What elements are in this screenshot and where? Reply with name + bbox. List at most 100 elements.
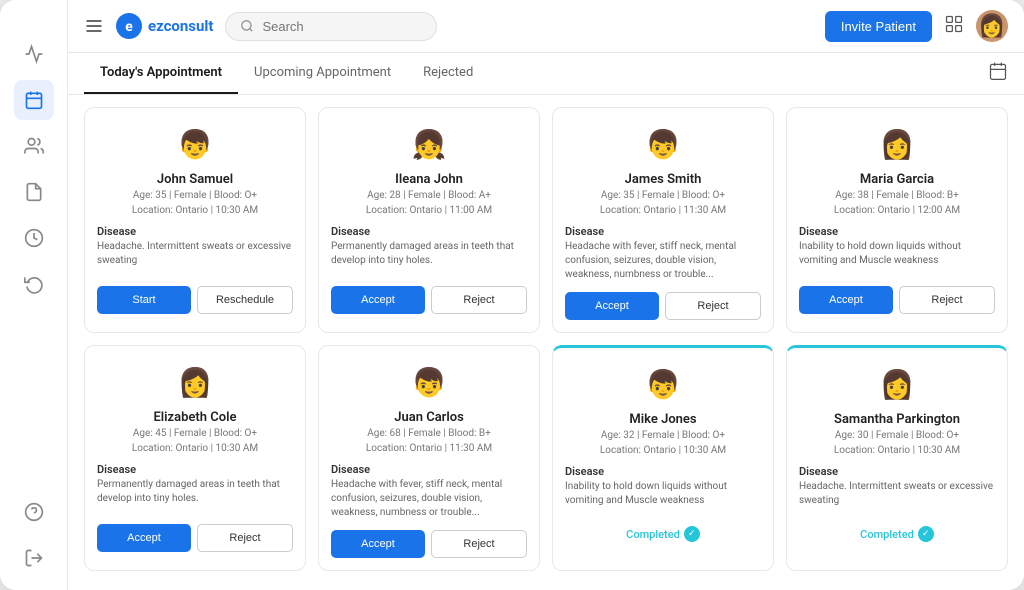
info-age-elizabeth: Age: 45 | Female | Blood: O+ [133, 427, 257, 441]
buttons-james: Accept Reject [565, 292, 761, 320]
accept-button-elizabeth[interactable]: Accept [97, 524, 191, 552]
completed-badge-samantha: Completed ✓ [860, 526, 934, 542]
app-window: e ezconsult Invite Patient 👩 Today's App… [0, 0, 1024, 590]
start-button-john[interactable]: Start [97, 286, 191, 314]
buttons-juan: Accept Reject [331, 530, 527, 558]
info-age-john-samuel: Age: 35 | Female | Blood: O+ [133, 189, 257, 203]
avatar-samantha-parkington: 👩 [875, 362, 919, 406]
disease-label-juan: Disease [331, 463, 370, 476]
sidebar [0, 0, 68, 590]
tab-upcoming[interactable]: Upcoming Appointment [238, 53, 407, 94]
info-location-james: Location: Ontario | 11:30 AM [600, 204, 726, 218]
info-location-mike: Location: Ontario | 10:30 AM [600, 444, 726, 458]
disease-desc-john: Headache. Intermittent sweats or excessi… [97, 240, 293, 276]
invite-patient-button[interactable]: Invite Patient [825, 11, 932, 42]
name-maria-garcia: Maria Garcia [860, 172, 934, 187]
name-james-smith: James Smith [625, 172, 702, 187]
disease-desc-james: Headache with fever, stiff neck, mental … [565, 240, 761, 282]
tab-today[interactable]: Today's Appointment [84, 53, 238, 94]
reject-button-maria[interactable]: Reject [899, 286, 995, 314]
completed-label-samantha: Completed [860, 528, 914, 541]
name-ileana-john: Ileana John [395, 172, 463, 187]
name-john-samuel: John Samuel [157, 172, 233, 187]
header-right: Invite Patient 👩 [825, 10, 1008, 42]
sidebar-item-calendar[interactable] [14, 80, 54, 120]
tab-rejected[interactable]: Rejected [407, 53, 489, 94]
header: e ezconsult Invite Patient 👩 [68, 0, 1024, 53]
disease-label-john: Disease [97, 225, 136, 238]
apps-grid-icon[interactable] [944, 14, 964, 39]
info-location-john-samuel: Location: Ontario | 10:30 AM [132, 204, 258, 218]
disease-label-samantha: Disease [799, 465, 838, 478]
buttons-elizabeth: Accept Reject [97, 524, 293, 552]
disease-desc-elizabeth: Permanently damaged areas in teeth that … [97, 478, 293, 514]
search-input[interactable] [262, 19, 422, 34]
disease-desc-samantha: Headache. Intermittent sweats or excessi… [799, 480, 995, 516]
accept-button-james[interactable]: Accept [565, 292, 659, 320]
user-avatar[interactable]: 👩 [976, 10, 1008, 42]
card-mike-jones: 👦 Mike Jones Age: 32 | Female | Blood: O… [552, 345, 774, 571]
tabs-bar: Today's Appointment Upcoming Appointment… [68, 53, 1024, 95]
info-location-ileana: Location: Ontario | 11:00 AM [366, 204, 492, 218]
sidebar-item-document[interactable] [14, 172, 54, 212]
card-james-smith: 👦 James Smith Age: 35 | Female | Blood: … [552, 107, 774, 333]
reschedule-button-john[interactable]: Reschedule [197, 286, 293, 314]
completed-badge-mike: Completed ✓ [626, 526, 700, 542]
completed-label-mike: Completed [626, 528, 680, 541]
card-john-samuel: 👦 John Samuel Age: 35 | Female | Blood: … [84, 107, 306, 333]
sidebar-item-help[interactable] [14, 492, 54, 532]
accept-button-ileana[interactable]: Accept [331, 286, 425, 314]
buttons-maria: Accept Reject [799, 286, 995, 314]
completed-check-icon-mike: ✓ [684, 526, 700, 542]
info-age-james: Age: 35 | Female | Blood: O+ [601, 189, 725, 203]
info-location-elizabeth: Location: Ontario | 10:30 AM [132, 442, 258, 456]
sidebar-logo [0, 12, 67, 28]
accept-button-juan[interactable]: Accept [331, 530, 425, 558]
app-logo: e ezconsult [116, 13, 213, 39]
sidebar-item-people[interactable] [14, 126, 54, 166]
disease-desc-juan: Headache with fever, stiff neck, mental … [331, 478, 527, 520]
sidebar-item-clock[interactable] [14, 218, 54, 258]
avatar-ileana-john: 👧 [407, 122, 451, 166]
disease-label-mike: Disease [565, 465, 604, 478]
info-location-juan: Location: Ontario | 11:30 AM [366, 442, 492, 456]
disease-label-maria: Disease [799, 225, 838, 238]
reject-button-elizabeth[interactable]: Reject [197, 524, 293, 552]
buttons-ileana: Accept Reject [331, 286, 527, 314]
name-mike-jones: Mike Jones [629, 412, 696, 427]
card-samantha-parkington: 👩 Samantha Parkington Age: 30 | Female |… [786, 345, 1008, 571]
info-age-maria: Age: 38 | Female | Blood: B+ [835, 189, 959, 203]
buttons-john: Start Reschedule [97, 286, 293, 314]
reject-button-juan[interactable]: Reject [431, 530, 527, 558]
disease-label-james: Disease [565, 225, 604, 238]
main-content: e ezconsult Invite Patient 👩 Today's App… [68, 0, 1024, 590]
info-age-samantha: Age: 30 | Female | Blood: O+ [835, 429, 959, 443]
search-icon [240, 19, 254, 33]
avatar-mike-jones: 👦 [641, 362, 685, 406]
disease-desc-maria: Inability to hold down liquids without v… [799, 240, 995, 276]
card-juan-carlos: 👦 Juan Carlos Age: 68 | Female | Blood: … [318, 345, 540, 571]
hamburger-menu[interactable] [84, 16, 104, 36]
reject-button-ileana[interactable]: Reject [431, 286, 527, 314]
avatar-juan-carlos: 👦 [407, 360, 451, 404]
svg-text:e: e [125, 19, 133, 35]
info-age-juan: Age: 68 | Female | Blood: B+ [367, 427, 491, 441]
sidebar-bottom [14, 492, 54, 578]
sidebar-item-logout[interactable] [14, 538, 54, 578]
disease-label-elizabeth: Disease [97, 463, 136, 476]
sidebar-item-activity[interactable] [14, 34, 54, 74]
cards-row-1: 👦 John Samuel Age: 35 | Female | Blood: … [84, 107, 1008, 333]
calendar-view-button[interactable] [988, 61, 1008, 86]
cards-container: 👦 John Samuel Age: 35 | Female | Blood: … [68, 95, 1024, 590]
name-juan-carlos: Juan Carlos [394, 410, 464, 425]
completed-check-icon-samantha: ✓ [918, 526, 934, 542]
name-elizabeth-cole: Elizabeth Cole [153, 410, 236, 425]
reject-button-james[interactable]: Reject [665, 292, 761, 320]
info-age-mike: Age: 32 | Female | Blood: O+ [601, 429, 725, 443]
name-samantha-parkington: Samantha Parkington [834, 412, 960, 427]
search-bar[interactable] [225, 12, 437, 41]
avatar-maria-garcia: 👩 [875, 122, 919, 166]
info-location-maria: Location: Ontario | 12:00 AM [834, 204, 960, 218]
sidebar-item-history[interactable] [14, 264, 54, 304]
accept-button-maria[interactable]: Accept [799, 286, 893, 314]
